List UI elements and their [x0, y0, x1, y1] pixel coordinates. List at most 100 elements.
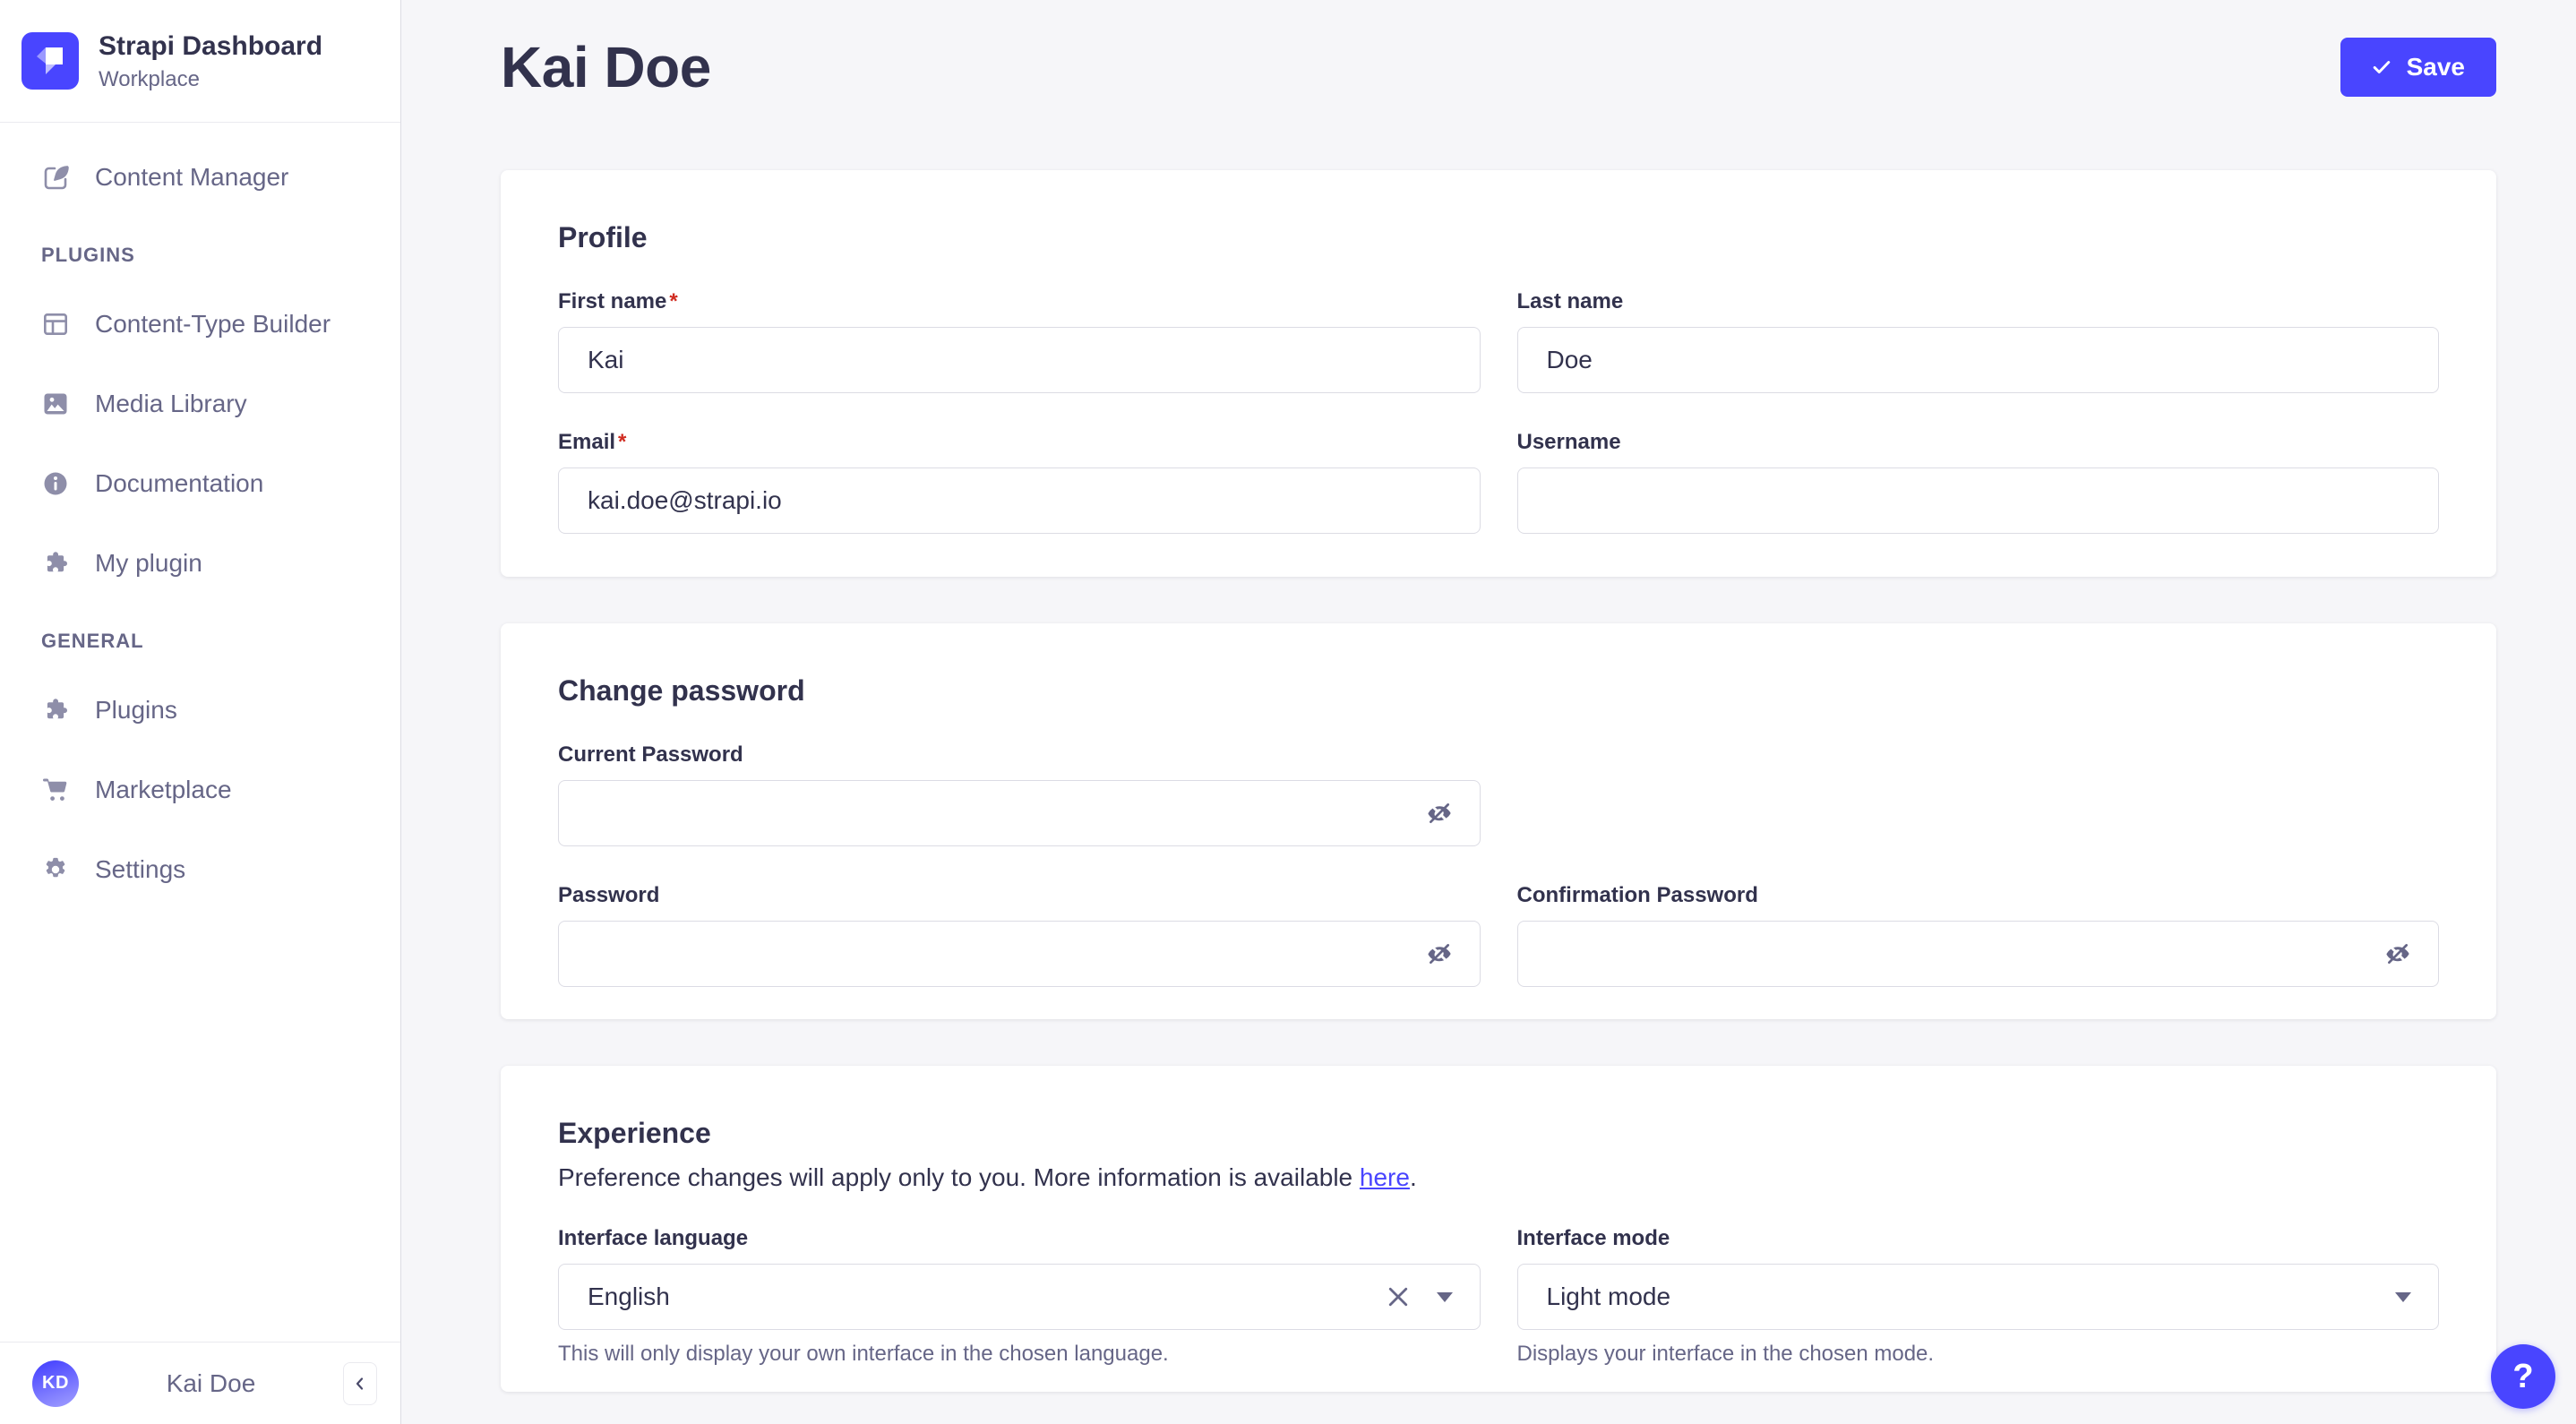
spacer-cell [1517, 742, 2440, 846]
last-name-field-group: Last name [1516, 288, 2439, 393]
sidebar-item-label: Content Manager [95, 163, 289, 191]
sidebar-item-label: Marketplace [95, 776, 232, 803]
profile-card-title: Profile [558, 221, 648, 253]
workspace-titles: Strapi Dashboard Workplace [99, 30, 322, 92]
content-manager-icon [44, 166, 69, 190]
sidebar-item-label: Settings [95, 855, 186, 883]
current-password-label: Current Password [558, 742, 743, 767]
interface-language-hint: This will only display your own interfac… [558, 1342, 1169, 1366]
sidebar: Strapi Dashboard Workplace Content Manag… [0, 0, 401, 1424]
clear-x-icon [1388, 1287, 1407, 1307]
experience-description: Preference changes will apply only to yo… [558, 1163, 1417, 1191]
workspace-header: Strapi Dashboard Workplace [0, 0, 400, 123]
sidebar-item-my-plugin[interactable]: My plugin [0, 535, 400, 592]
sidebar-item-marketplace[interactable]: Marketplace [0, 761, 400, 819]
media-library-icon [44, 393, 67, 415]
sidebar-item-label: Documentation [95, 469, 264, 497]
app-subtitle: Workplace [99, 66, 200, 91]
interface-language-field-group: Interface language English This will onl… [558, 1225, 1481, 1367]
interface-mode-label: Interface mode [1516, 1226, 1670, 1250]
profile-form-grid: First name* Last name Email* Username [558, 288, 2439, 534]
experience-card: Experience Preference changes will apply… [501, 1066, 2496, 1392]
required-asterisk: * [669, 289, 678, 313]
username-input[interactable] [1516, 468, 2439, 534]
page-title: Kai Doe [501, 35, 711, 99]
confirmation-password-field-group: Confirmation Password [1516, 882, 2439, 987]
change-password-card: Change password Current Password Passwor… [501, 623, 2496, 1019]
sidebar-item-label: Plugins [95, 696, 177, 724]
toggle-password-visibility-button[interactable] [2380, 936, 2416, 972]
email-field-group: Email * [558, 429, 1481, 534]
sidebar-section-general: GENERAL [41, 630, 144, 652]
sidebar-item-content-manager[interactable]: Content Manager [0, 149, 400, 206]
sidebar-footer: KD Kai Doe [0, 1342, 400, 1424]
puzzle-icon [47, 552, 67, 572]
current-password-input[interactable] [558, 780, 1481, 846]
caret-down-icon [2395, 1291, 2411, 1302]
username-label: Username [1516, 430, 1621, 454]
interface-language-value: English [588, 1282, 670, 1310]
sidebar-item-media-library[interactable]: Media Library [0, 375, 400, 433]
sidebar-section-plugins: PLUGINS [41, 244, 135, 266]
user-avatar: KD [32, 1360, 79, 1407]
first-name-label: First name * [558, 289, 678, 313]
toggle-password-visibility-button[interactable] [1421, 936, 1457, 972]
interface-language-select[interactable]: English [558, 1264, 1481, 1330]
shopping-cart-icon [43, 778, 67, 801]
sidebar-item-label: Content-Type Builder [95, 310, 331, 338]
first-name-input[interactable] [558, 327, 1481, 393]
toggle-password-visibility-button[interactable] [1421, 795, 1457, 831]
email-label: Email * [558, 430, 627, 454]
sidebar-item-label: Media Library [95, 390, 247, 417]
eye-slash-icon [1428, 803, 1450, 824]
content-type-builder-icon [44, 313, 67, 335]
password-form-grid: Current Password Password Confirmation P… [558, 742, 2439, 987]
more-information-link[interactable]: here [1360, 1163, 1410, 1191]
last-name-label: Last name [1516, 289, 1624, 313]
new-password-label: Password [558, 883, 660, 907]
sidebar-item-documentation[interactable]: Documentation [0, 455, 400, 512]
sidebar-item-content-type-builder[interactable]: Content-Type Builder [0, 296, 400, 353]
last-name-input[interactable] [1516, 327, 2439, 393]
footer-user-name: Kai Doe [166, 1368, 256, 1397]
sidebar-nav: Content Manager PLUGINS Content-Type Bui… [0, 123, 400, 1342]
save-button-label: Save [2406, 53, 2465, 81]
email-input[interactable] [558, 468, 1481, 534]
required-asterisk: * [618, 430, 627, 454]
strapi-logo-icon [21, 32, 79, 90]
interface-mode-select[interactable]: Light mode [1516, 1264, 2439, 1330]
change-password-card-title: Change password [558, 674, 805, 707]
sidebar-item-label: My plugin [95, 549, 202, 577]
sidebar-item-settings[interactable]: Settings [0, 841, 400, 898]
confirmation-password-label: Confirmation Password [1516, 883, 1758, 907]
current-password-field-group: Current Password [558, 742, 1481, 846]
puzzle-icon [47, 699, 67, 719]
gear-icon [46, 857, 65, 878]
eye-slash-icon [2386, 944, 2409, 965]
profile-card: Profile First name* Last name Email* Use… [501, 170, 2496, 577]
new-password-field-group: Password [558, 882, 1481, 987]
first-name-field-group: First name * [558, 288, 1481, 393]
experience-card-title: Experience [558, 1117, 711, 1149]
new-password-input[interactable] [558, 921, 1481, 987]
username-field-group: Username [1516, 429, 2439, 534]
interface-mode-hint: Displays your interface in the chosen mo… [1516, 1342, 1935, 1366]
main-content: Kai Doe Save Profile First name* Last na… [401, 0, 2576, 1424]
app-title: Strapi Dashboard [99, 30, 323, 61]
clear-language-button[interactable] [1385, 1283, 1412, 1310]
page-header: Kai Doe Save [501, 0, 2496, 100]
sidebar-collapse-button[interactable] [343, 1361, 377, 1405]
check-icon [2373, 61, 2390, 73]
interface-mode-field-group: Interface mode Light mode Displays your … [1516, 1225, 2439, 1367]
help-button[interactable]: ? [2491, 1344, 2555, 1409]
caret-down-icon [1436, 1291, 1453, 1302]
experience-form-grid: Interface language English This will onl… [558, 1225, 2439, 1367]
interface-mode-value: Light mode [1546, 1282, 1671, 1310]
interface-language-label: Interface language [558, 1226, 749, 1250]
question-mark-icon: ? [2512, 1357, 2534, 1395]
documentation-icon [44, 472, 67, 495]
save-button[interactable]: Save [2340, 38, 2496, 97]
sidebar-item-plugins[interactable]: Plugins [0, 682, 400, 739]
eye-slash-icon [1428, 944, 1450, 965]
confirmation-password-input[interactable] [1516, 921, 2439, 987]
